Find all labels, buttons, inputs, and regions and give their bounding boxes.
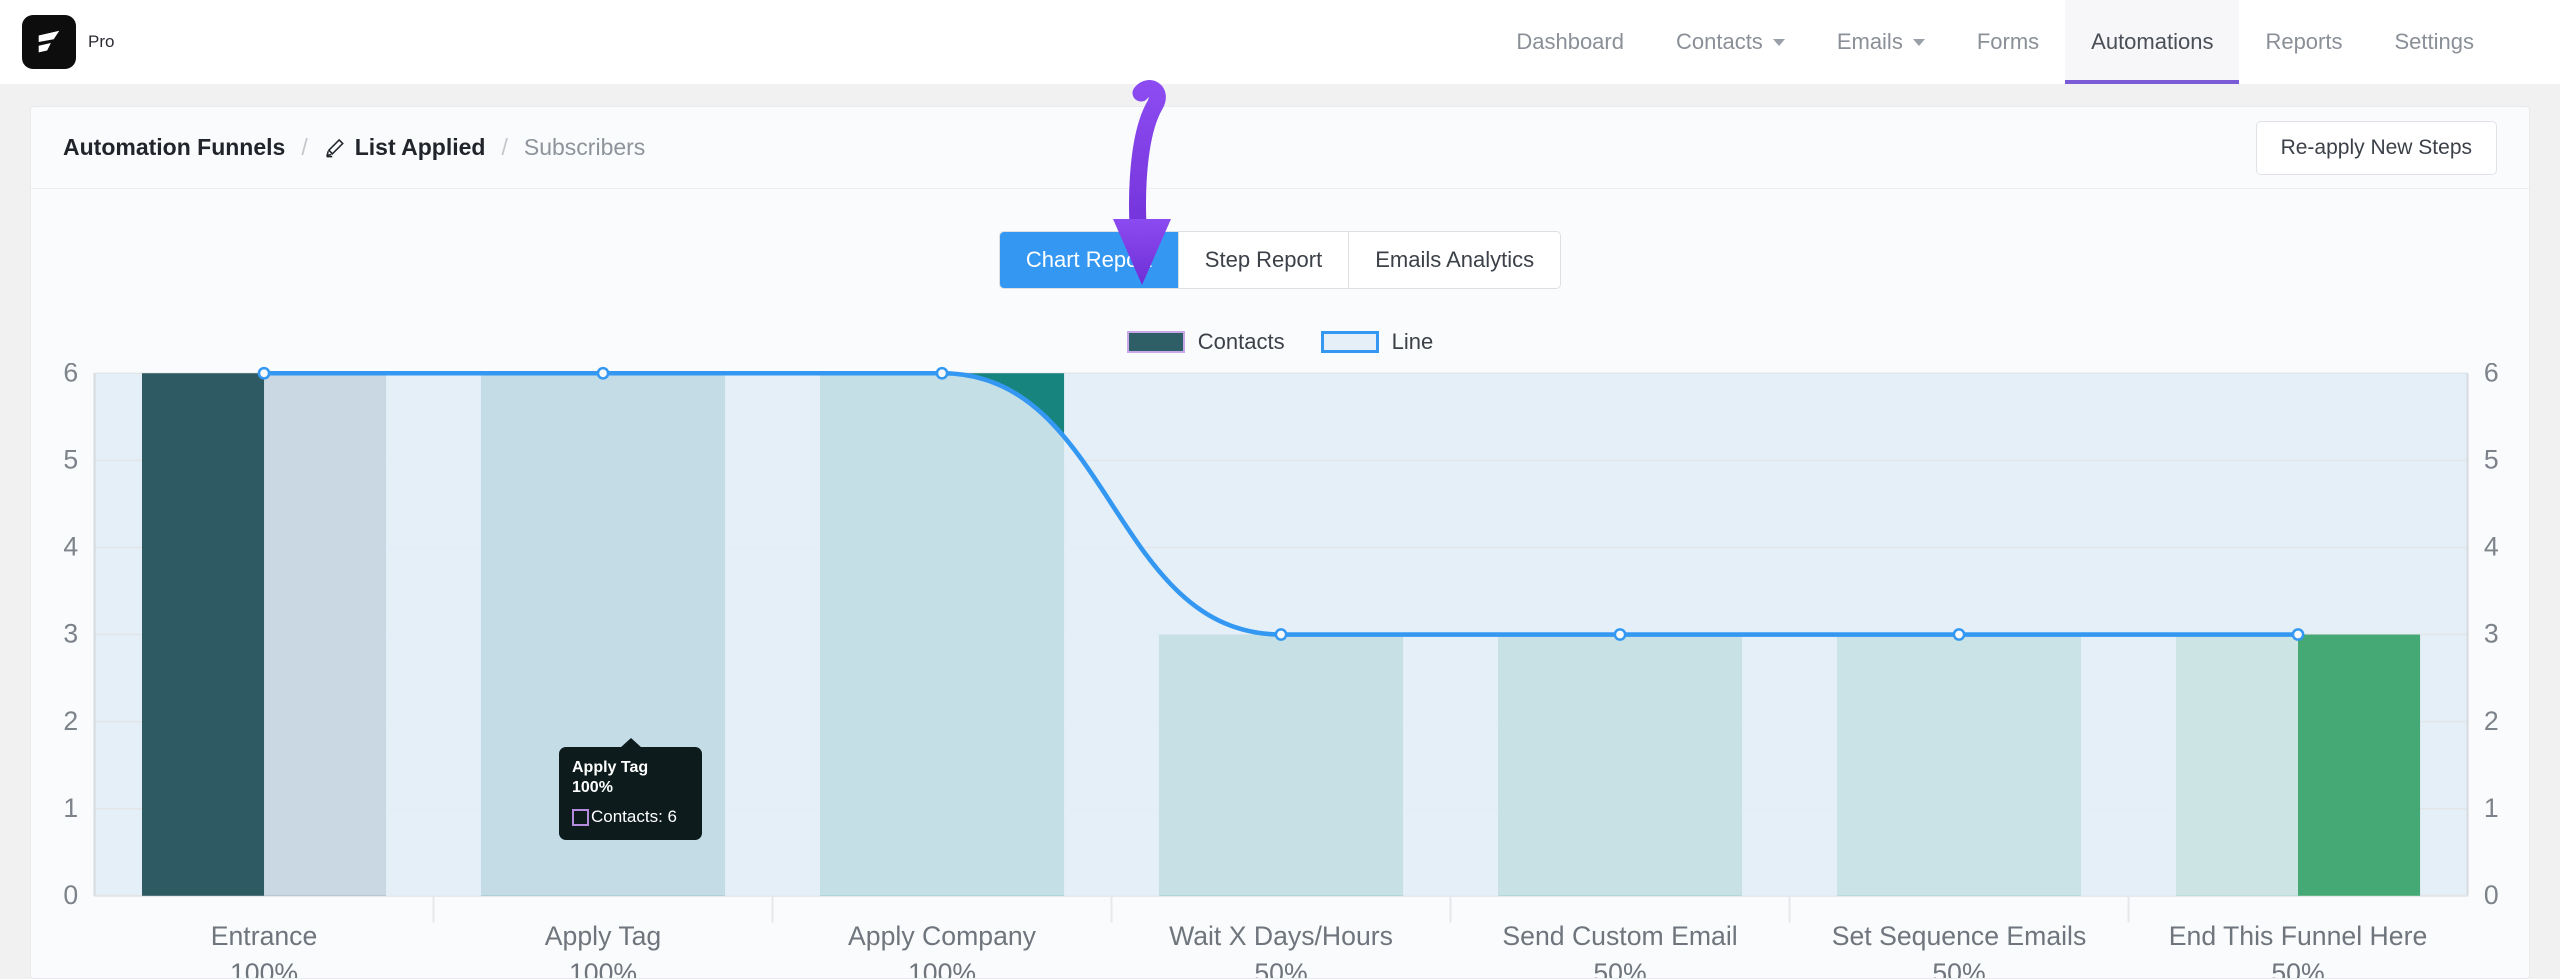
chart-area: 0 0 1 1 2 2 3 3 4 4 5 5 6 6 Entrance 100% Apply Tag 100% A…: [31, 355, 2529, 978]
card-header: Automation Funnels / List Applied / Subs…: [31, 107, 2529, 190]
breadcrumb-tail[interactable]: Subscribers: [524, 134, 645, 161]
breadcrumb-current-label: List Applied: [354, 134, 486, 161]
legend-item-line[interactable]: Line: [1320, 329, 1434, 355]
tooltip-swatch: [572, 808, 589, 826]
tab-chart-report[interactable]: Chart Report: [999, 232, 1179, 289]
svg-text:End This Funnel Here: End This Funnel Here: [2169, 921, 2428, 951]
svg-text:5: 5: [63, 445, 78, 475]
nav-item-contacts[interactable]: Contacts: [1650, 0, 1811, 84]
breadcrumb: Automation Funnels / List Applied / Subs…: [63, 134, 645, 161]
brand: Pro: [0, 15, 114, 69]
breadcrumb-separator: /: [301, 134, 308, 161]
svg-text:0: 0: [2484, 880, 2499, 910]
nav-item-emails[interactable]: Emails: [1811, 0, 1951, 84]
legend-label-contacts: Contacts: [1197, 329, 1285, 355]
svg-text:2: 2: [63, 706, 78, 736]
reapply-new-steps-button[interactable]: Re-apply New Steps: [2255, 120, 2497, 175]
nav-item-forms[interactable]: Forms: [1951, 0, 2065, 84]
funnel-chart[interactable]: 0 01 12 23 34 45 56 6Entrance100%Apply Tag100%A…: [31, 363, 2529, 978]
legend-label-line: Line: [1391, 329, 1434, 355]
svg-text:4: 4: [2484, 532, 2499, 562]
svg-text:100%: 100%: [908, 958, 976, 978]
svg-text:50%: 50%: [1932, 958, 1985, 978]
tooltip-series-row: Contacts: 6: [572, 807, 689, 827]
chevron-down-icon: [1912, 38, 1925, 46]
breadcrumb-current[interactable]: List Applied: [324, 134, 486, 161]
tooltip-percent: 100%: [572, 779, 613, 797]
tooltip-title: Apply Tag: [572, 759, 649, 777]
nav-label: Settings: [2394, 29, 2475, 54]
svg-text:Apply Tag: Apply Tag: [545, 921, 661, 951]
svg-text:2: 2: [2484, 706, 2499, 736]
breadcrumb-separator-2: /: [501, 134, 508, 161]
svg-text:50%: 50%: [2271, 958, 2324, 978]
svg-text:100%: 100%: [569, 958, 637, 978]
legend-swatch-line: [1320, 331, 1379, 354]
svg-text:Send Custom Email: Send Custom Email: [1502, 921, 1737, 951]
tabs-row: Chart Report Step Report Emails Analytic…: [31, 189, 2529, 290]
svg-text:3: 3: [63, 619, 78, 649]
chart-tooltip: Apply Tag 100% Contacts: 6: [559, 747, 702, 841]
page-wrapper: Automation Funnels / List Applied / Subs…: [0, 80, 2560, 979]
brand-logo-icon: [22, 15, 76, 69]
svg-text:Wait X Days/Hours: Wait X Days/Hours: [1169, 921, 1393, 951]
nav-item-reports[interactable]: Reports: [2239, 0, 2368, 84]
svg-text:4: 4: [63, 532, 78, 562]
breadcrumb-root[interactable]: Automation Funnels: [63, 134, 285, 161]
nav-label: Automations: [2091, 29, 2214, 54]
svg-text:50%: 50%: [1593, 958, 1646, 978]
chevron-down-icon: [1772, 38, 1785, 46]
svg-text:6: 6: [63, 363, 78, 387]
svg-text:1: 1: [63, 793, 78, 823]
svg-text:Apply Company: Apply Company: [848, 921, 1037, 951]
svg-text:5: 5: [2484, 445, 2499, 475]
nav-item-automations[interactable]: Automations: [2065, 0, 2240, 84]
legend-swatch-contacts: [1126, 331, 1185, 354]
tab-step-report[interactable]: Step Report: [1178, 232, 1350, 289]
brand-label: Pro: [88, 32, 115, 51]
nav-label: Emails: [1836, 29, 1903, 54]
svg-text:Entrance: Entrance: [211, 921, 318, 951]
tooltip-series-label: Contacts: 6: [591, 807, 677, 827]
nav-label: Forms: [1976, 29, 2040, 54]
tab-emails-analytics[interactable]: Emails Analytics: [1349, 232, 1561, 289]
report-card: Automation Funnels / List Applied / Subs…: [30, 80, 2530, 979]
svg-text:1: 1: [2484, 793, 2499, 823]
report-tabs: Chart Report Step Report Emails Analytic…: [998, 231, 1562, 290]
top-navigation-bar: Pro Dashboard Contacts Emails Forms Auto…: [0, 0, 2560, 84]
pencil-icon: [325, 138, 344, 158]
svg-text:3: 3: [2484, 619, 2499, 649]
svg-text:50%: 50%: [1254, 958, 1307, 978]
nav-label: Dashboard: [1516, 29, 1624, 54]
nav-label: Contacts: [1675, 29, 1763, 54]
svg-text:Set Sequence Emails: Set Sequence Emails: [1832, 921, 2087, 951]
nav-item-settings[interactable]: Settings: [2369, 0, 2501, 84]
svg-text:0: 0: [63, 880, 78, 910]
svg-text:100%: 100%: [230, 958, 298, 978]
nav-item-dashboard[interactable]: Dashboard: [1490, 0, 1650, 84]
main-nav: Dashboard Contacts Emails Forms Automati…: [1490, 0, 2500, 84]
legend-item-contacts[interactable]: Contacts: [1126, 329, 1285, 355]
chart-legend: Contacts Line: [31, 329, 2529, 355]
nav-label: Reports: [2265, 29, 2343, 54]
svg-text:6: 6: [2484, 363, 2499, 387]
